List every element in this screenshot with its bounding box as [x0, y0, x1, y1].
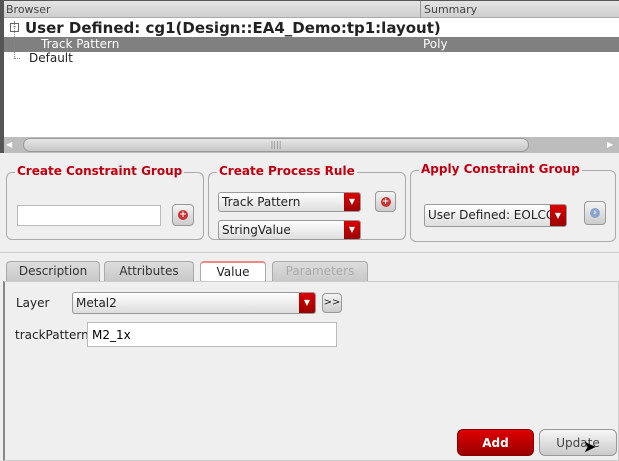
layer-label: Layer: [16, 296, 50, 310]
tree-line: [14, 21, 20, 59]
apply-group-button[interactable]: ›: [584, 201, 606, 225]
selected-value: Metal2: [76, 296, 117, 310]
constraint-browser[interactable]: Browser Summary - User Defined: cg1(Desi…: [0, 0, 619, 153]
column-browser[interactable]: Browser: [6, 3, 51, 16]
mouse-cursor-icon: ➤: [583, 437, 597, 456]
apply-group-select[interactable]: User Defined: EOLCGroup ▼: [424, 204, 567, 227]
plus-icon: +: [380, 196, 391, 207]
chevron-down-icon: ▼: [299, 293, 315, 313]
track-pattern-input[interactable]: [87, 322, 337, 347]
scroll-thumb[interactable]: ||||: [23, 138, 529, 152]
column-summary[interactable]: Summary: [420, 1, 480, 18]
group-title: Create Constraint Group: [15, 164, 185, 178]
plus-icon: +: [178, 210, 188, 220]
tree-summary: Poly: [423, 37, 448, 51]
selected-value: Track Pattern: [222, 195, 301, 209]
tab-parameters[interactable]: Parameters: [272, 261, 368, 281]
chevron-down-icon: ▼: [344, 193, 360, 211]
tab-attributes[interactable]: Attributes: [104, 261, 194, 281]
chevron-down-icon: ▼: [550, 205, 566, 226]
tab-value[interactable]: Value: [200, 261, 266, 282]
layer-more-button[interactable]: >>: [322, 293, 342, 313]
group-title: Create Process Rule: [217, 164, 357, 178]
selected-value: User Defined: EOLCGroup: [428, 208, 567, 222]
scroll-left-icon[interactable]: ◀: [6, 140, 12, 149]
tab-description[interactable]: Description: [6, 261, 100, 281]
chevron-down-icon: ▼: [344, 221, 360, 239]
tree-row-default[interactable]: Default: [4, 21, 619, 66]
tree-label: Default: [29, 51, 73, 65]
constraint-group-name-input[interactable]: [17, 205, 161, 226]
group-title: Apply Constraint Group: [419, 162, 582, 176]
tree-row-user-defined[interactable]: - User Defined: cg1(Design::EA4_Demo:tp1…: [4, 19, 619, 37]
divider: [0, 252, 619, 253]
selected-value: StringValue: [222, 223, 291, 237]
layer-select[interactable]: Metal2 ▼: [72, 292, 316, 314]
browser-header: Browser Summary: [4, 1, 619, 18]
arrow-right-icon: ›: [590, 208, 600, 218]
value-type-select[interactable]: StringValue ▼: [218, 220, 361, 240]
tree-label: Track Pattern: [41, 37, 120, 51]
tree-row-track-pattern[interactable]: Track Pattern Poly: [4, 37, 619, 52]
track-pattern-label: trackPattern: [15, 328, 89, 342]
scroll-right-icon[interactable]: ▶: [607, 140, 613, 149]
tree-label: User Defined: cg1(Design::EA4_Demo:tp1:l…: [25, 19, 441, 37]
create-rule-button[interactable]: +: [375, 191, 396, 212]
add-button[interactable]: Add: [457, 429, 534, 456]
horizontal-scrollbar[interactable]: ◀ |||| ▶: [4, 137, 619, 153]
create-group-button[interactable]: +: [172, 204, 194, 226]
update-button[interactable]: Update: [539, 429, 617, 456]
rule-select[interactable]: Track Pattern ▼: [218, 192, 361, 212]
